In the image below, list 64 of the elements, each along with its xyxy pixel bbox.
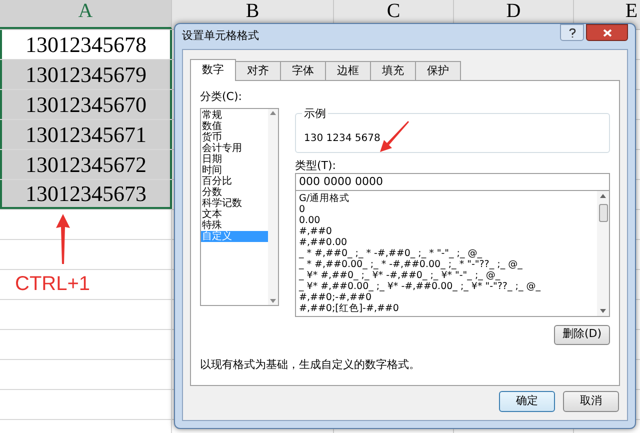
scroll-up-icon[interactable] (270, 110, 276, 114)
close-icon (602, 28, 612, 36)
window-title: 设置单元格格式 (182, 28, 259, 44)
list-item[interactable]: #,##0;[红色]-#,##0 (299, 302, 597, 314)
ok-button[interactable]: 确定 (499, 391, 555, 412)
list-item[interactable]: 文本 (201, 208, 268, 220)
tab[interactable]: 对齐 (235, 61, 281, 80)
table-cell[interactable]: 13012345673 (0, 180, 172, 209)
column-header[interactable]: A (78, 1, 93, 21)
scroll-thumb[interactable] (598, 204, 608, 222)
column-header[interactable]: B (246, 1, 260, 21)
scrollbar[interactable] (268, 108, 278, 304)
tab[interactable]: 字体 (280, 61, 326, 80)
list-item[interactable]: 0.00 (299, 214, 597, 226)
table-cell[interactable]: 13012345671 (0, 120, 172, 149)
category-label: 分类(C): (200, 89, 243, 105)
sample-value: 130 1234 5678 (304, 132, 380, 146)
list-item[interactable]: _ ¥* #,##0_ ;_ ¥* -#,##0_ ;_ ¥* "-"_ ;_ @_ (299, 270, 597, 280)
scroll-up-icon[interactable] (600, 194, 606, 198)
annotation-text: CTRL+1 (15, 272, 90, 296)
list-item[interactable]: _ * #,##0.00_ ;_ * -#,##0.00_ ;_ * "-"??_ ;_ @_ (299, 258, 597, 270)
scroll-down-icon[interactable] (270, 298, 276, 302)
list-item[interactable]: 科学记数 (201, 198, 268, 208)
list-item[interactable]: #,##0;-#,##0 (299, 292, 597, 302)
help-icon (568, 28, 576, 38)
table-cell[interactable]: 13012345678 (0, 30, 172, 59)
list-item[interactable]: _ ¥* #,##0.00_ ;_ ¥* -#,##0.00_ ;_ ¥* "-"??_ ;_ @_ (299, 280, 597, 292)
list-item[interactable]: G/通用格式 (299, 192, 597, 204)
list-item[interactable]: #,##0 (299, 226, 597, 236)
list-item[interactable]: 数值 (201, 120, 268, 132)
column-header[interactable]: E (625, 1, 638, 21)
tab[interactable]: 数字 (190, 59, 236, 81)
description-text: 以现有格式为基础，生成自定义的数字格式。 (200, 356, 421, 372)
tab[interactable]: 边框 (325, 61, 371, 80)
list-item[interactable]: 货币 (201, 132, 268, 142)
help-button[interactable] (560, 24, 584, 41)
list-item[interactable]: 分数 (201, 186, 268, 198)
table-cell[interactable]: 13012345670 (0, 90, 172, 119)
category-list[interactable]: 常规 数值 货币 会计专用 日期 时间 百分比 分数 科学记数 文本 特殊 自定义 (200, 108, 279, 306)
scroll-down-icon[interactable] (600, 308, 606, 312)
tab[interactable]: 保护 (415, 61, 461, 80)
table-cell[interactable]: 13012345672 (0, 150, 172, 179)
scrollbar[interactable] (597, 190, 609, 316)
list-item[interactable]: 常规 (201, 110, 268, 120)
arrow-drawing (55, 214, 71, 264)
close-button[interactable] (586, 24, 628, 41)
list-item[interactable]: 0 (299, 204, 597, 214)
column-header[interactable]: D (506, 1, 521, 21)
list-item[interactable]: #,##0.00 (299, 236, 597, 248)
format-list[interactable] (295, 190, 610, 316)
type-field[interactable]: 000 0000 0000 (295, 172, 610, 190)
list-item[interactable]: 时间 (201, 164, 268, 176)
column-header[interactable]: C (386, 1, 400, 21)
arrow-drawing (378, 120, 410, 154)
delete-button[interactable]: 删除(D) (554, 324, 610, 344)
cancel-button[interactable]: 取消 (563, 391, 619, 412)
type-label: 类型(T): (295, 158, 338, 172)
list-item[interactable]: 特殊 (201, 220, 268, 230)
list-item[interactable]: _ * #,##0_ ;_ * -#,##0_ ;_ * "-"_ ;_ @_ (299, 248, 597, 258)
list-item[interactable]: 百分比 (201, 176, 268, 186)
tab[interactable]: 填充 (370, 61, 416, 80)
list-item[interactable]: 会计专用 (201, 142, 268, 154)
table-cell[interactable]: 13012345679 (0, 60, 172, 89)
list-item[interactable]: 日期 (201, 154, 268, 164)
